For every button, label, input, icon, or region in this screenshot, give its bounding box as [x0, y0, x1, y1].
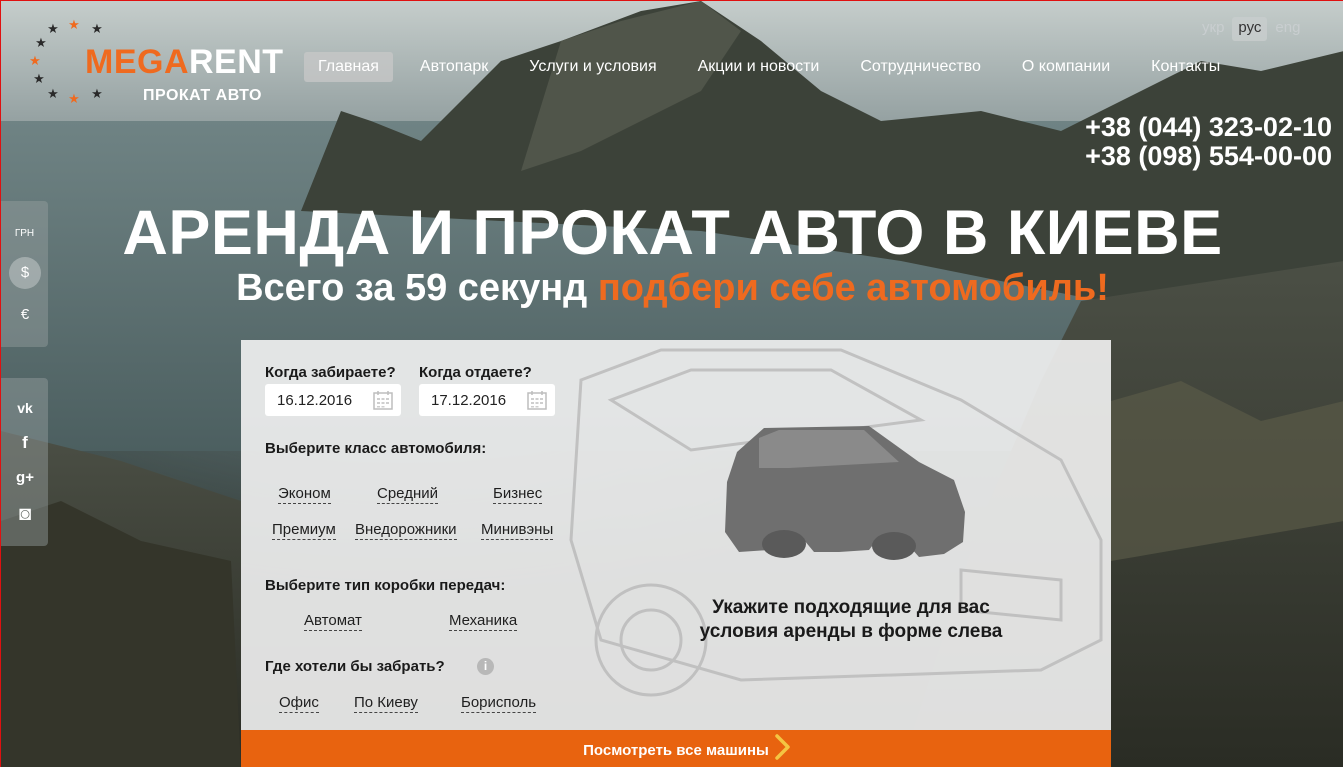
return-date-label: Когда отдаете?	[419, 364, 532, 381]
location-option-office[interactable]: Офис	[279, 694, 319, 713]
class-option-suv[interactable]: Внедорожники	[355, 521, 457, 540]
svg-text:★: ★	[47, 87, 59, 102]
gearbox-option-manual[interactable]: Механика	[449, 612, 518, 631]
lang-rus[interactable]: рус	[1232, 17, 1268, 41]
lang-ukr[interactable]: укр	[1196, 17, 1230, 41]
language-switcher: укр рус eng	[1196, 17, 1308, 41]
selection-hint-line2: условия аренды в форме слева	[699, 621, 1003, 642]
phone-primary[interactable]: +38 (044) 323-02-10	[1085, 113, 1332, 142]
location-option-boryspil[interactable]: Борисполь	[461, 694, 537, 713]
selection-hint-line1: Укажите подходящие для вас	[712, 597, 990, 618]
google-plus-icon[interactable]: g+	[11, 464, 39, 492]
phone-numbers: +38 (044) 323-02-10 +38 (098) 554-00-00	[1085, 113, 1332, 171]
pickup-date-value: 16.12.2016	[277, 392, 353, 409]
nav-item-home[interactable]: Главная	[304, 52, 393, 82]
return-date-input[interactable]: 17.12.2016	[419, 384, 555, 416]
svg-text:★: ★	[29, 54, 41, 69]
class-option-business[interactable]: Бизнес	[493, 485, 543, 504]
nav-item-contacts[interactable]: Контакты	[1137, 52, 1234, 82]
calendar-icon[interactable]	[373, 390, 393, 410]
instagram-icon[interactable]: ◙	[11, 500, 39, 528]
pickup-location-label: Где хотели бы забрать?	[265, 658, 445, 675]
location-option-kyiv[interactable]: По Киеву	[354, 694, 418, 713]
pickup-date-label: Когда забираете?	[265, 364, 396, 381]
svg-text:★: ★	[91, 87, 103, 102]
class-option-premium[interactable]: Премиум	[272, 521, 336, 540]
car-class-label: Выберите класс автомобиля:	[265, 440, 487, 457]
svg-text:★: ★	[33, 72, 45, 87]
currency-usd[interactable]: $	[9, 257, 41, 289]
svg-text:★: ★	[68, 92, 80, 107]
social-panel: vk f g+ ◙	[1, 378, 48, 546]
svg-text:★: ★	[47, 22, 59, 37]
gearbox-label: Выберите тип коробки передач:	[265, 577, 506, 594]
view-all-cars-label: Посмотреть все машины	[583, 742, 769, 759]
currency-panel: ГРН $ €	[1, 201, 48, 347]
car-search-form: Когда забираете? Когда отдаете? 16.12.20…	[241, 340, 1111, 767]
logo[interactable]: ★ ★ ★ ★ ★ ★ ★ ★ ★ MEGARENT ПРОКАТ АВТО	[29, 19, 283, 109]
calendar-icon[interactable]	[527, 390, 547, 410]
facebook-icon[interactable]: f	[11, 429, 39, 457]
phone-secondary[interactable]: +38 (098) 554-00-00	[1085, 142, 1332, 171]
nav-item-fleet[interactable]: Автопарк	[406, 52, 502, 82]
hero-title: АРЕНДА И ПРОКАТ АВТО В КИЕВЕ	[122, 198, 1223, 268]
brand-name-part1: MEGA	[85, 43, 189, 81]
selection-hint: Укажите подходящие для вас условия аренд…	[661, 596, 1041, 644]
nav-item-promotions[interactable]: Акции и новости	[684, 52, 834, 82]
pickup-date-input[interactable]: 16.12.2016	[265, 384, 401, 416]
lang-eng[interactable]: eng	[1269, 17, 1306, 41]
brand-name-part2: RENT	[189, 43, 284, 81]
gearbox-option-automatic[interactable]: Автомат	[304, 612, 362, 631]
svg-text:★: ★	[91, 22, 103, 37]
currency-eur[interactable]: €	[9, 299, 41, 331]
return-date-value: 17.12.2016	[431, 392, 507, 409]
info-icon[interactable]: i	[477, 658, 494, 675]
hero-subtitle-white: Всего за 59 секунд	[236, 267, 598, 309]
nav-item-about[interactable]: О компании	[1008, 52, 1124, 82]
main-nav: Главная Автопарк Услуги и условия Акции …	[304, 52, 1247, 82]
brand-tagline: ПРОКАТ АВТО	[143, 87, 262, 104]
svg-text:★: ★	[68, 19, 80, 33]
hero-subtitle-orange: подбери себе автомобиль!	[597, 267, 1109, 309]
nav-item-cooperation[interactable]: Сотрудничество	[846, 52, 995, 82]
class-option-economy[interactable]: Эконом	[278, 485, 331, 504]
vk-icon[interactable]: vk	[11, 394, 39, 422]
brand-name: MEGARENT	[85, 43, 284, 82]
nav-item-services[interactable]: Услуги и условия	[515, 52, 670, 82]
svg-text:★: ★	[35, 36, 47, 51]
car-silhouette-icon	[725, 426, 965, 560]
view-all-cars-button[interactable]: Посмотреть все машины	[241, 730, 1111, 767]
hero-subtitle: Всего за 59 секунд подбери себе автомоби…	[1, 267, 1343, 310]
currency-uah[interactable]: ГРН	[1, 228, 48, 239]
chevron-right-icon	[775, 734, 790, 760]
class-option-minivan[interactable]: Минивэны	[481, 521, 554, 540]
class-option-middle[interactable]: Средний	[377, 485, 438, 504]
